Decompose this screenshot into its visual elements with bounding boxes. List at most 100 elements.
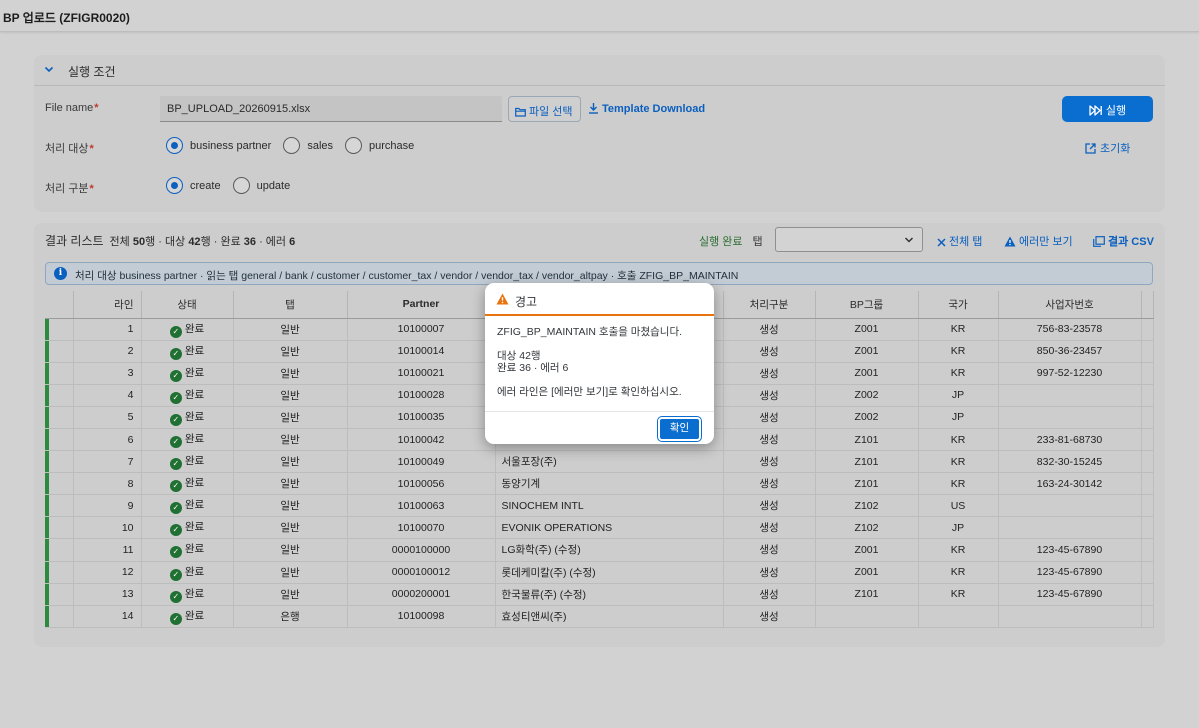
cell-tab: 일반	[233, 494, 348, 518]
cell-tab: 일반	[233, 561, 348, 584]
cell-action-link[interactable]: 생성	[723, 605, 816, 628]
cell-partner: 0000200001	[347, 583, 496, 606]
status-text: 완료	[184, 455, 205, 468]
cell-line: 14	[73, 605, 142, 628]
all-tabs-link[interactable]: 전체 탭	[937, 233, 982, 249]
cell-spacer	[1141, 384, 1154, 407]
table-row[interactable]: 12 ✓ 완료 일반 0000100012 롯데케미칼(주) (수정) 생성 Z001 KR 12…	[45, 561, 1154, 584]
table-row[interactable]: 9 ✓ 완료 일반 10100063 SINOCHEM INTL 생성 Z102 US	[45, 494, 1154, 518]
cell-spacer	[1141, 450, 1154, 474]
row-status-indicator	[45, 384, 74, 407]
dialog-header: 경고	[485, 283, 714, 316]
cell-business-number	[998, 494, 1142, 518]
chevron-down-icon[interactable]	[43, 63, 55, 75]
cell-status: ✓ 완료	[141, 406, 234, 429]
col-country[interactable]: 국가	[918, 291, 999, 319]
cell-status: ✓ 완료	[141, 318, 234, 341]
run-icon	[1089, 105, 1102, 116]
cell-action-link[interactable]: 생성	[723, 428, 816, 452]
page-title: BP 업로드 (ZFIGR0020)	[3, 11, 130, 25]
row-status-indicator	[45, 494, 74, 518]
file-name-field[interactable]: BP_UPLOAD_20260915.xlsx	[160, 96, 502, 122]
cell-partner: 10100049	[347, 450, 496, 474]
cell-spacer	[1141, 406, 1154, 429]
table-row[interactable]: 10 ✓ 완료 일반 10100070 EVONIK OPERATIONS 생성 Z102 JP	[45, 516, 1154, 540]
table-row[interactable]: 14 ✓ 완료 은행 10100098 효성티앤씨(주) 생성	[45, 605, 1154, 628]
cell-action-link[interactable]: 생성	[723, 583, 816, 606]
col-action[interactable]: 처리구분	[723, 291, 816, 319]
table-row[interactable]: 7 ✓ 완료 일반 10100049 서울포장(주) 생성 Z101 KR 832-30-1524…	[45, 450, 1154, 474]
status-text: 완료	[184, 388, 205, 401]
warning-icon	[1004, 236, 1016, 247]
row-status-indicator	[45, 428, 74, 452]
cell-business-number: 850-36-23457	[998, 340, 1142, 363]
ok-button[interactable]: 확인	[657, 416, 702, 442]
radio-purchase[interactable]	[345, 137, 363, 154]
cell-bp-group: Z101	[815, 450, 919, 474]
cell-line: 5	[73, 406, 142, 429]
run-status-text: 실행 완료	[699, 236, 743, 248]
file-select-button[interactable]: 파일 선택	[508, 96, 581, 122]
table-row[interactable]: 13 ✓ 완료 일반 0000200001 한국물류(주) (수정) 생성 Z101 KR 123…	[45, 583, 1154, 606]
dialog-title: 경고	[515, 295, 538, 309]
col-tab[interactable]: 탭	[233, 291, 348, 319]
info-message-strip: i 처리 대상 business partner · 읽는 탭 general …	[45, 262, 1153, 285]
cell-action-link[interactable]: 생성	[723, 516, 816, 540]
check-circle-icon: ✓	[169, 612, 182, 625]
col-indicator	[45, 291, 74, 319]
cell-line: 12	[73, 561, 142, 584]
col-bp-group[interactable]: BP그룹	[815, 291, 919, 319]
cell-action-link[interactable]: 생성	[723, 340, 816, 363]
cell-country: KR	[918, 318, 999, 341]
table-row[interactable]: 8 ✓ 완료 일반 10100056 동양기계 생성 Z101 KR 163-24-30142	[45, 472, 1154, 496]
status-text: 완료	[184, 543, 205, 556]
col-partner[interactable]: Partner	[347, 291, 496, 319]
status-text: 완료	[184, 433, 205, 446]
radio-update[interactable]	[232, 177, 250, 194]
col-status[interactable]: 상태	[141, 291, 234, 319]
status-text: 완료	[184, 521, 205, 534]
conditions-header[interactable]: 실행 조건	[34, 55, 1165, 86]
status-text: 완료	[184, 499, 205, 512]
cell-bp-group: Z001	[815, 362, 919, 385]
radio-create[interactable]	[166, 177, 183, 194]
target-count: 42	[188, 236, 201, 248]
cell-line: 10	[73, 516, 142, 540]
cell-action-link[interactable]: 생성	[723, 406, 816, 429]
errors-only-link[interactable]: 에러만 보기	[1004, 233, 1073, 249]
tab-select[interactable]	[775, 227, 923, 252]
cell-country: JP	[918, 406, 999, 429]
col-business-number[interactable]: 사업자번호	[998, 291, 1142, 319]
table-row[interactable]: 11 ✓ 완료 일반 0000100000 LG화학(주) (수정) 생성 Z001 KR 123…	[45, 538, 1154, 562]
done-count: 36	[243, 236, 257, 248]
status-text: 완료	[184, 410, 205, 423]
check-circle-icon: ✓	[169, 480, 182, 493]
cell-bp-group: Z102	[815, 516, 919, 540]
cell-action-link[interactable]: 생성	[723, 362, 816, 385]
row-status-indicator	[45, 472, 74, 496]
cell-action-link[interactable]: 생성	[723, 494, 816, 518]
cell-action-link[interactable]: 생성	[723, 384, 816, 407]
cell-bp-group: Z001	[815, 318, 919, 341]
cell-action-link[interactable]: 생성	[723, 318, 816, 341]
info-text: 처리 대상 business partner · 읽는 탭 general / …	[75, 270, 739, 282]
cell-action-link[interactable]: 생성	[723, 450, 816, 474]
row-status-indicator	[45, 318, 74, 341]
cell-action-link[interactable]: 생성	[723, 538, 816, 562]
template-download-link[interactable]: Template Download	[588, 102, 705, 115]
cell-tab: 일반	[233, 406, 348, 429]
col-line[interactable]: 라인	[73, 291, 142, 319]
cell-action-link[interactable]: 생성	[723, 561, 816, 584]
reset-link[interactable]: 초기화	[1085, 140, 1130, 156]
row-status-indicator	[45, 605, 74, 628]
cell-country: JP	[918, 516, 999, 540]
csv-export-link[interactable]: 결과 CSV	[1093, 233, 1154, 249]
file-name-label: File name*	[45, 102, 99, 114]
radio-business-partner[interactable]	[166, 137, 183, 154]
run-button[interactable]: 실행	[1062, 96, 1153, 122]
check-circle-icon: ✓	[169, 391, 182, 404]
radio-sales[interactable]	[283, 137, 301, 154]
conditions-title: 실행 조건	[68, 65, 116, 79]
cell-action-link[interactable]: 생성	[723, 472, 816, 496]
cell-bp-group	[815, 605, 919, 628]
